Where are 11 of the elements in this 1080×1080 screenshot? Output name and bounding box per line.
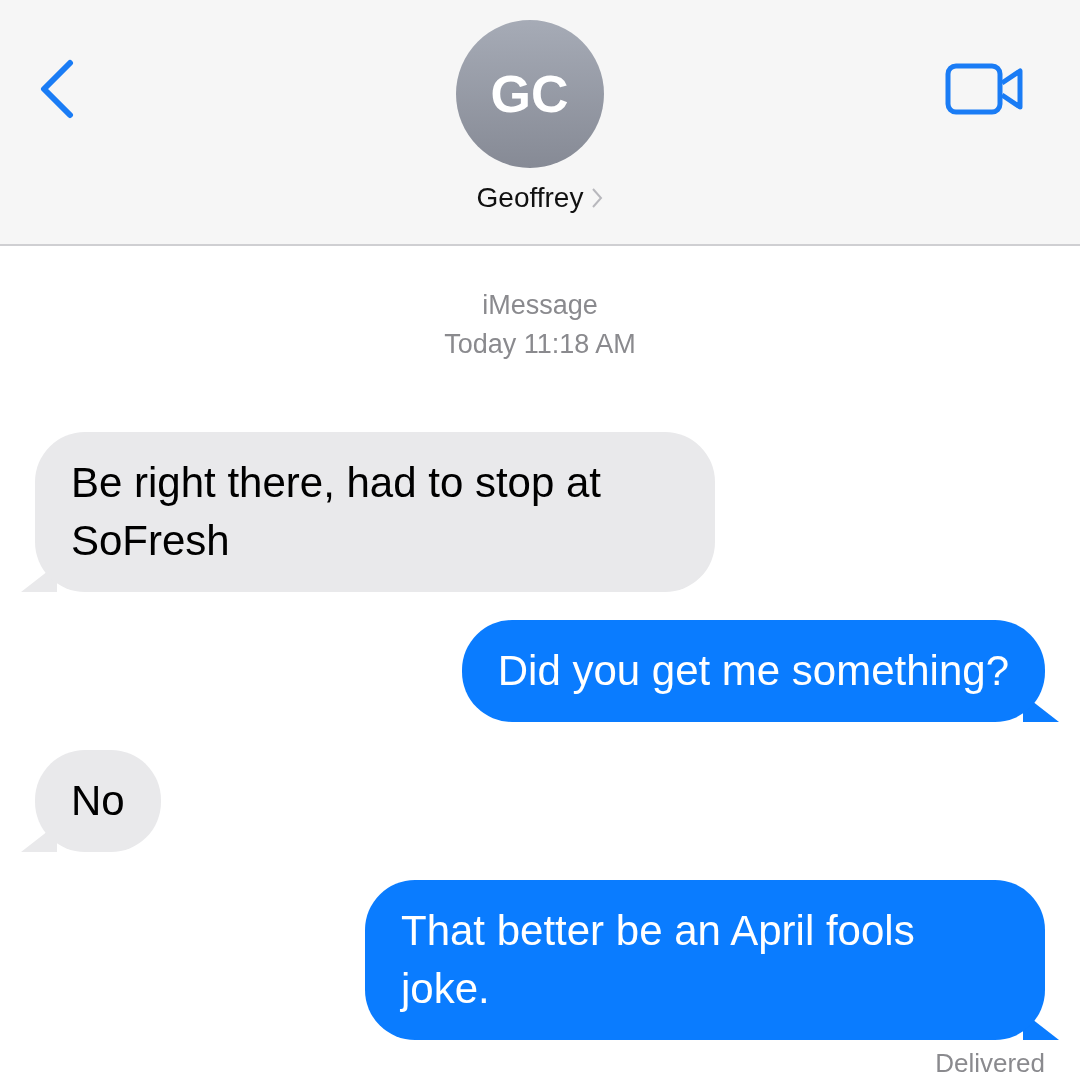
message-bubble: That better be an April fools joke. bbox=[365, 880, 1045, 1040]
video-call-icon[interactable] bbox=[945, 63, 1025, 115]
chevron-icon bbox=[591, 187, 604, 209]
service-label: iMessage bbox=[481, 289, 599, 322]
message-bubble: Did you get me something? bbox=[461, 620, 1045, 722]
timestamp: Today 11:18 AM bbox=[443, 328, 637, 361]
back-icon[interactable] bbox=[38, 59, 74, 119]
message-bubble: Be right there, had to stop at SoFresh bbox=[35, 432, 715, 592]
contact-name[interactable]: Geoffrey bbox=[476, 182, 584, 214]
delivery-status: Delivered bbox=[934, 1048, 1046, 1079]
message-bubble: No bbox=[35, 750, 161, 852]
